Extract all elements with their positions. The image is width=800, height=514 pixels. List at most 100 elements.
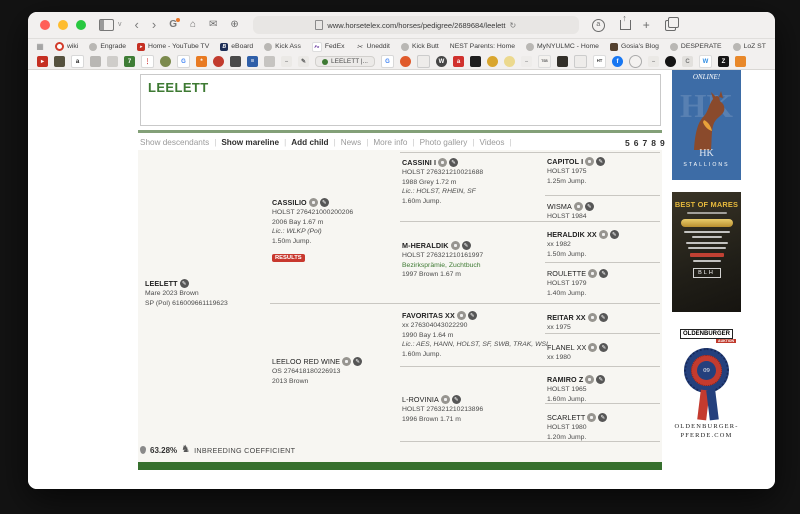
horse-name-link[interactable]: CASSINI I [402, 158, 436, 167]
edit-icon[interactable] [596, 375, 605, 384]
horse-name-link[interactable]: CAPITOL I [547, 157, 583, 166]
flower-icon[interactable]: * [196, 56, 207, 67]
active-tab[interactable]: LEELETT |... [315, 56, 375, 67]
dash2-icon[interactable]: – [648, 56, 659, 67]
gen-link-8[interactable]: 8 [651, 138, 656, 148]
wordpress-icon[interactable]: W [436, 56, 447, 67]
orange-circle-icon[interactable] [400, 56, 411, 67]
edit-icon[interactable] [452, 395, 461, 404]
horse-name-link[interactable]: REITAR XX [547, 313, 586, 322]
horse-name-link[interactable]: FLANEL XX [547, 343, 586, 352]
olive-icon[interactable] [160, 56, 171, 67]
dark-app-icon[interactable] [230, 56, 241, 67]
bookmark-desperate[interactable]: DESPERATE [670, 43, 722, 51]
edit-icon[interactable] [596, 157, 605, 166]
gray-app-icon[interactable] [90, 56, 101, 67]
results-badge[interactable]: RESULTS [272, 254, 305, 262]
minimize-window-button[interactable] [58, 20, 68, 30]
edge-orange-icon[interactable] [735, 56, 746, 67]
butterfly-icon[interactable]: W [699, 55, 712, 68]
share-icon[interactable] [620, 20, 631, 30]
bookmark-youtube-tv[interactable]: ▸Home - YouTube TV [137, 43, 209, 51]
amazon-icon[interactable]: a [71, 55, 84, 68]
photo2-icon[interactable] [557, 56, 568, 67]
nav-add-child[interactable]: Add child [291, 138, 340, 147]
pale-dot-icon[interactable] [504, 56, 515, 67]
horse-name-link[interactable]: ROULETTE [547, 269, 586, 278]
gen-link-9[interactable]: 9 [660, 138, 665, 148]
gray-app2-icon[interactable] [264, 56, 275, 67]
edit-icon[interactable] [585, 202, 594, 211]
shield2-icon[interactable] [574, 55, 587, 68]
nav-more-info[interactable]: More info [373, 138, 419, 147]
photo-icon[interactable] [438, 158, 447, 167]
pen-icon[interactable]: ✎ [298, 56, 309, 67]
bookmark-engrade[interactable]: Engrade [89, 43, 126, 51]
new-tab-button[interactable]: + [643, 20, 650, 30]
edit-icon[interactable] [598, 413, 607, 422]
horse-name-link[interactable]: FAVORITAS XX [402, 311, 455, 320]
extension-icon[interactable]: G [169, 20, 177, 30]
google2-icon[interactable]: G [381, 55, 394, 68]
gen-link-5[interactable]: 5 [625, 138, 630, 148]
tab-overview-icon[interactable] [665, 20, 676, 31]
compose-icon[interactable]: ✉ [209, 20, 217, 30]
bookmark-mynyulmc[interactable]: MyNYULMC - Home [526, 43, 599, 51]
nav-news[interactable]: News [341, 138, 374, 147]
bookmark-uneddit[interactable]: ✂Uneddit [356, 43, 390, 51]
bookmark-fedex[interactable]: FxFedEx [312, 42, 345, 52]
light-dash-icon[interactable]: – [521, 56, 532, 67]
ad-best-of-mares[interactable]: BEST OF MARES BLH [672, 192, 741, 312]
ht-icon[interactable]: HT [593, 55, 606, 68]
gen-link-7[interactable]: 7 [642, 138, 647, 148]
edit-icon[interactable] [599, 343, 608, 352]
photo-icon[interactable] [451, 241, 460, 250]
globe-icon[interactable]: ⊕ [230, 20, 238, 30]
google-icon[interactable]: G [177, 55, 190, 68]
nav-show-descendants[interactable]: Show descendants [140, 138, 221, 147]
horse-name-link[interactable]: WISMA [547, 202, 572, 211]
horse-name-link[interactable]: M-HERALDIK [402, 241, 449, 250]
dots-icon[interactable]: ⋮ [141, 55, 154, 68]
reload-icon[interactable]: ↻ [509, 21, 516, 30]
bookmark-wiki[interactable]: wiki [55, 42, 78, 51]
horse-name-link[interactable]: CASSILIO [272, 198, 307, 207]
photo-icon[interactable] [588, 343, 597, 352]
horse-name-link[interactable]: RAMIRO Z [547, 375, 583, 384]
photo-icon[interactable] [309, 198, 318, 207]
mosaic-icon[interactable] [54, 56, 65, 67]
nav-videos[interactable]: Videos [480, 138, 517, 147]
profile-icon[interactable]: a [592, 19, 605, 32]
edit-icon[interactable] [320, 198, 329, 207]
seven-icon[interactable]: 7 [124, 56, 135, 67]
photo-icon[interactable] [585, 157, 594, 166]
photo-icon[interactable] [342, 357, 351, 366]
gen-link-6[interactable]: 6 [634, 138, 639, 148]
dash-icon[interactable]: – [281, 56, 292, 67]
close-window-button[interactable] [40, 20, 50, 30]
edit-icon[interactable] [449, 158, 458, 167]
photo-icon[interactable] [574, 202, 583, 211]
photo-icon[interactable] [585, 375, 594, 384]
apple-icon[interactable] [107, 56, 118, 67]
horse-name-link[interactable]: L-ROVINIA [402, 395, 439, 404]
edit-icon[interactable] [180, 279, 189, 288]
horse-name-link[interactable]: LEELOO RED WINE [272, 357, 340, 366]
grid-icon[interactable]: ▦ [36, 43, 44, 51]
bookmark-eboard[interactable]: BeBoard [220, 43, 253, 51]
edit-icon[interactable] [610, 230, 619, 239]
tsb-icon[interactable]: TSB [538, 55, 551, 68]
red-circle-icon[interactable] [213, 56, 224, 67]
shield-icon[interactable] [417, 55, 430, 68]
edit-icon[interactable] [353, 357, 362, 366]
photo-icon[interactable] [457, 311, 466, 320]
url-bar[interactable]: www.horsetelex.com/horses/pedigree/26896… [253, 16, 579, 34]
bookmark-kick-butt[interactable]: Kick Butt [401, 43, 439, 51]
ad-oldenburger[interactable]: OLDENBURGERAUKTION 09 OLDENBURGER- PFERD… [672, 322, 741, 462]
zoom-window-button[interactable] [76, 20, 86, 30]
bookmark-nest-parents[interactable]: NEST Parents: Home [450, 43, 515, 50]
edit-icon[interactable] [468, 311, 477, 320]
sidebar-toggle-icon[interactable] [99, 19, 114, 31]
back-button[interactable]: ‹ [135, 20, 139, 30]
chevron-down-icon[interactable]: v [118, 20, 122, 30]
